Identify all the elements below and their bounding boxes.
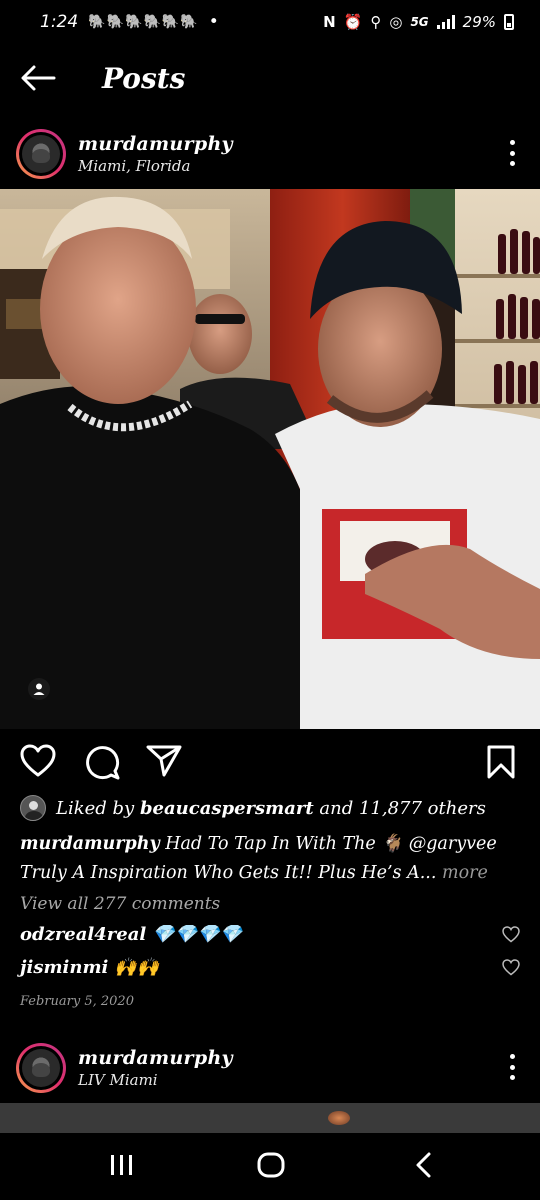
avatar[interactable]: [16, 129, 66, 179]
notification-dot: •: [208, 12, 219, 32]
location-icon: ⚲: [370, 13, 382, 31]
more-vertical-icon[interactable]: [508, 140, 516, 166]
paper-plane-icon[interactable]: [146, 744, 182, 782]
recents-icon[interactable]: [108, 1151, 136, 1183]
avatar[interactable]: [16, 1043, 66, 1093]
page-title: Posts: [102, 61, 186, 95]
heart-icon[interactable]: [502, 926, 520, 948]
caption-more-link[interactable]: more: [442, 863, 488, 883]
status-bar: 1:24 🐘🐘🐘🐘🐘🐘 • N ⏰ ⚲ ◎ 5G 29%: [0, 0, 540, 44]
caption-text-line2: Truly A Inspiration Who Gets It!! Plus H…: [20, 863, 437, 883]
next-post-header: murdamurphy LIV Miami: [0, 1038, 540, 1098]
arrow-left-icon[interactable]: [20, 58, 60, 98]
nfc-icon: N: [323, 13, 336, 31]
heart-icon[interactable]: [502, 959, 520, 981]
battery-percent: 29%: [462, 13, 496, 31]
notification-icons: 🐘🐘🐘🐘🐘🐘: [88, 14, 199, 30]
post-username[interactable]: murdamurphy: [78, 1047, 233, 1069]
liked-by-user[interactable]: beaucaspersmart: [140, 798, 314, 819]
caption-text-line1: Had To Tap In With The 🐐 @garyvee: [165, 834, 497, 854]
post-location[interactable]: LIV Miami: [78, 1071, 233, 1089]
hotspot-icon: ◎: [389, 13, 403, 31]
bookmark-icon[interactable]: [486, 744, 516, 784]
clock: 1:24: [40, 12, 79, 32]
chevron-left-icon[interactable]: [412, 1151, 436, 1183]
post-location[interactable]: Miami, Florida: [78, 157, 233, 175]
caption-username[interactable]: murdamurphy: [20, 834, 160, 854]
action-bar: [0, 740, 540, 784]
post-header: murdamurphy Miami, Florida: [0, 124, 540, 184]
comment-text: 🙌🙌: [114, 957, 160, 978]
signal-icon: [436, 15, 455, 29]
post-username[interactable]: murdamurphy: [78, 133, 233, 155]
comment-username[interactable]: odzreal4real: [20, 924, 146, 945]
view-all-comments-link[interactable]: View all 277 comments: [20, 894, 220, 914]
more-vertical-icon[interactable]: [508, 1054, 516, 1080]
liked-by-suffix: and 11,877 others: [319, 797, 486, 819]
app-header: Posts: [0, 52, 540, 104]
likes-row[interactable]: Liked by beaucaspersmart and 11,877 othe…: [20, 795, 486, 821]
alarm-icon: ⏰: [343, 13, 363, 31]
user-tag-icon[interactable]: [28, 678, 50, 700]
next-post-photo-preview[interactable]: [0, 1103, 540, 1133]
comment-username[interactable]: jisminmi: [20, 957, 108, 978]
post-caption: murdamurphy Had To Tap In With The 🐐 @ga…: [20, 830, 525, 888]
post-photo[interactable]: [0, 189, 540, 729]
heart-icon[interactable]: [20, 744, 56, 782]
liker-avatar: [20, 795, 46, 821]
network-type: 5G: [410, 15, 429, 29]
comment-item: jisminmi 🙌🙌: [20, 957, 520, 978]
post-date: February 5, 2020: [20, 994, 134, 1009]
home-icon[interactable]: [256, 1151, 286, 1183]
comment-text: 💎💎💎💎: [152, 924, 242, 945]
comment-item: odzreal4real 💎💎💎💎: [20, 924, 520, 945]
comment-bubble-icon[interactable]: [84, 744, 120, 784]
system-nav-bar: [0, 1133, 540, 1200]
battery-icon: [504, 14, 514, 30]
liked-by-prefix: Liked by: [56, 797, 135, 819]
